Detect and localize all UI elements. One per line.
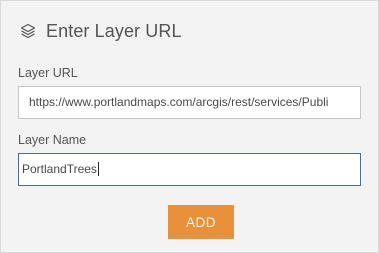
layer-url-label: Layer URL bbox=[18, 66, 78, 80]
layers-icon bbox=[19, 22, 37, 40]
layer-url-input[interactable]: https://www.portlandmaps.com/arcgis/rest… bbox=[18, 86, 361, 119]
layer-url-value: https://www.portlandmaps.com/arcgis/rest… bbox=[29, 95, 329, 109]
enter-layer-url-panel: Enter Layer URL Layer URL https://www.po… bbox=[0, 0, 379, 253]
panel-title: Enter Layer URL bbox=[46, 20, 182, 41]
add-button[interactable]: ADD bbox=[168, 205, 234, 239]
layer-name-value: PortlandTrees bbox=[22, 162, 97, 176]
panel-header: Enter Layer URL bbox=[19, 17, 182, 45]
layer-name-input[interactable]: PortlandTrees bbox=[18, 153, 361, 186]
text-caret bbox=[97, 161, 99, 176]
layer-name-label: Layer Name bbox=[18, 133, 87, 147]
